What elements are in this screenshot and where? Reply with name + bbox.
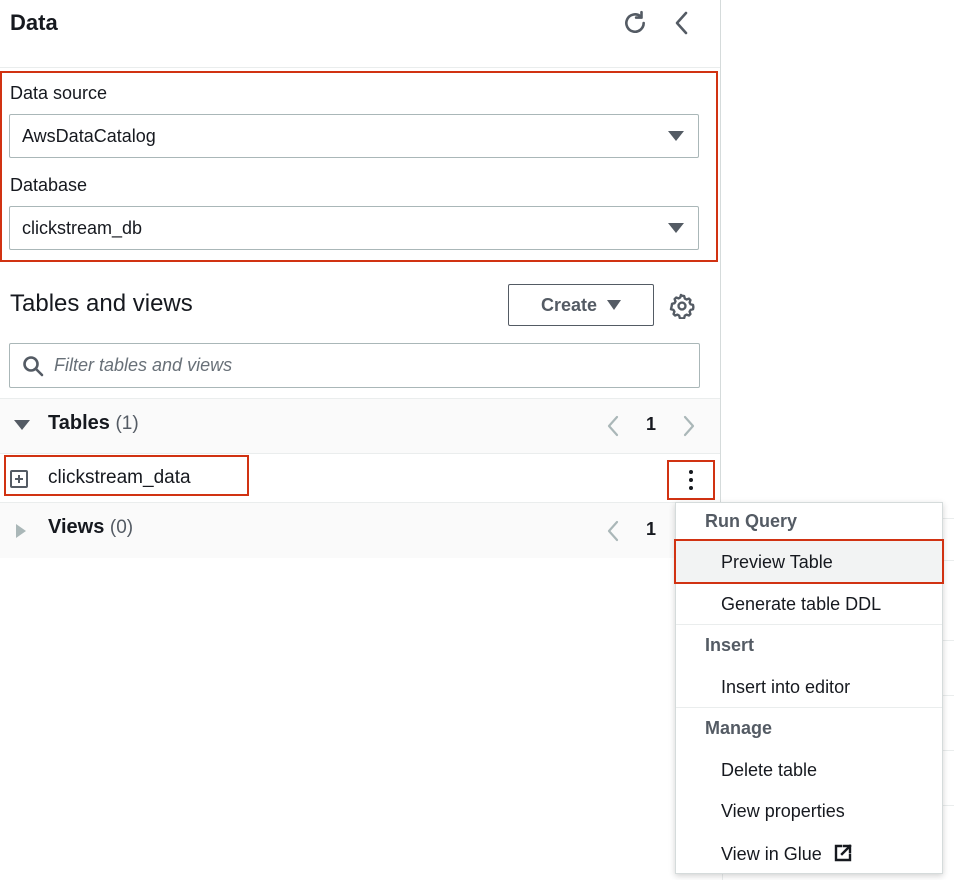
menu-item-preview-table[interactable]: Preview Table — [674, 539, 944, 584]
tables-page-number: 1 — [646, 414, 657, 434]
caret-down-icon[interactable] — [14, 420, 30, 430]
background-divider — [943, 518, 954, 519]
caret-down-icon — [668, 223, 684, 233]
caret-down-icon — [668, 131, 684, 141]
preview-table-label: Preview Table — [721, 552, 833, 572]
panel-header: Data — [0, 0, 720, 68]
background-divider — [943, 640, 954, 641]
chevron-left-icon[interactable] — [667, 8, 697, 38]
create-button[interactable]: Create — [508, 284, 654, 326]
view-in-glue-label: View in Glue — [721, 844, 822, 864]
views-group-label: Views (0) — [48, 516, 133, 539]
chevron-left-icon[interactable] — [604, 414, 622, 438]
data-source-select[interactable]: AwsDataCatalog — [9, 114, 699, 158]
chevron-left-icon[interactable] — [604, 519, 622, 543]
menu-heading-insert: Insert — [705, 635, 755, 655]
filter-search-box[interactable] — [9, 343, 700, 388]
data-source-label: Data source — [10, 83, 108, 103]
menu-item-view-in-glue[interactable]: View in Glue — [721, 843, 853, 868]
menu-item-insert-into-editor[interactable]: Insert into editor — [721, 677, 850, 698]
create-button-label: Create — [540, 294, 598, 315]
menu-item-delete-table[interactable]: Delete table — [721, 760, 817, 781]
panel-title: Data — [10, 10, 58, 35]
database-label: Database — [10, 175, 88, 195]
menu-divider — [676, 624, 942, 625]
views-group-header[interactable]: Views (0) 1 — [0, 502, 720, 558]
tables-group-name: Tables — [48, 412, 110, 434]
tables-group-count: (1) — [115, 413, 139, 434]
menu-heading-manage: Manage — [705, 718, 773, 738]
chevron-right-icon[interactable] — [680, 414, 698, 438]
background-divider — [943, 560, 954, 561]
menu-item-generate-ddl[interactable]: Generate table DDL — [721, 594, 881, 615]
background-divider — [943, 695, 954, 696]
search-icon — [22, 355, 44, 377]
data-panel: Data Data source AwsDataCatalog Database… — [0, 0, 721, 558]
filter-input[interactable] — [54, 344, 684, 387]
tables-group-label: Tables (1) — [48, 412, 139, 435]
caret-right-icon[interactable] — [16, 524, 26, 538]
refresh-icon[interactable] — [620, 8, 650, 38]
menu-item-view-properties[interactable]: View properties — [721, 801, 845, 822]
tables-and-views-title: Tables and views — [10, 290, 193, 317]
menu-heading-run-query: Run Query — [705, 511, 798, 531]
caret-down-icon — [607, 300, 622, 310]
kebab-menu-icon[interactable] — [667, 460, 715, 500]
background-divider — [943, 750, 954, 751]
background-divider — [943, 805, 954, 806]
gear-icon[interactable] — [666, 290, 698, 322]
views-group-name: Views — [48, 516, 105, 538]
views-page-number: 1 — [646, 519, 657, 539]
tables-group-header[interactable]: Tables (1) 1 — [0, 398, 720, 453]
external-link-icon — [833, 843, 853, 868]
table-name-highlight — [4, 455, 249, 496]
background-divider — [722, 874, 723, 880]
menu-divider — [676, 707, 942, 708]
data-source-value: AwsDataCatalog — [22, 125, 156, 146]
views-group-count: (0) — [109, 517, 134, 538]
database-value: clickstream_db — [22, 217, 143, 238]
database-select[interactable]: clickstream_db — [9, 206, 699, 250]
